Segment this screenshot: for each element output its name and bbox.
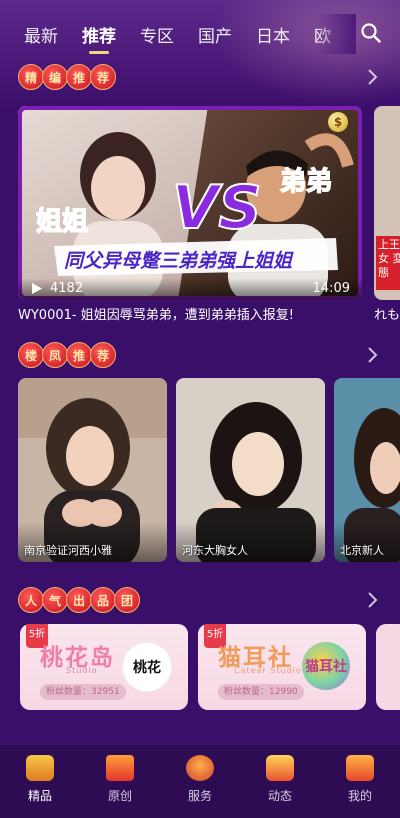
original-icon bbox=[106, 755, 134, 781]
poster-banner: 同父异母蹩三弟弟强上姐姐 bbox=[64, 250, 294, 272]
section-title-featured: 精 编 推 荐 bbox=[18, 64, 388, 90]
studio-subtitle: Studio bbox=[66, 666, 98, 675]
title-char: 气 bbox=[42, 587, 68, 613]
section-title-hot: 楼 凤 推 荐 bbox=[18, 342, 388, 368]
title-char: 推 bbox=[66, 64, 92, 90]
tab-overflow-fade bbox=[316, 14, 356, 54]
studio-subtitle: Catear Studio bbox=[234, 666, 302, 675]
title-char: 编 bbox=[42, 64, 68, 90]
bottom-nav-label: 原创 bbox=[107, 789, 132, 803]
service-icon bbox=[186, 755, 214, 781]
fan-count: 粉丝数量：32951 bbox=[40, 684, 126, 700]
title-char: 荐 bbox=[90, 64, 116, 90]
title-char: 精 bbox=[18, 64, 44, 90]
tab-recommended[interactable]: 推荐 bbox=[82, 22, 116, 54]
bottom-nav-premium[interactable]: 精品 bbox=[0, 745, 80, 818]
play-count: 4182 bbox=[50, 281, 84, 296]
tab-domestic[interactable]: 国产 bbox=[198, 22, 232, 47]
bottom-nav-feed[interactable]: 动态 bbox=[240, 745, 320, 818]
profile-caption: 河东大胸女人 bbox=[182, 544, 248, 557]
bottom-nav-label: 服务 bbox=[187, 789, 212, 803]
profile-card[interactable]: 北京新人 bbox=[334, 378, 400, 562]
studio-card[interactable]: 5折 猫耳社 Catear Studio 粉丝数量：12990 猫耳社 bbox=[198, 624, 366, 710]
title-char: 团 bbox=[114, 587, 140, 613]
title-char: 荐 bbox=[90, 342, 116, 368]
top-tab-bar: 最新 推荐 专区 国产 日本 欧 bbox=[0, 14, 400, 54]
poster-vs: VS bbox=[172, 173, 262, 243]
video-title-next[interactable]: れも bbox=[374, 304, 400, 323]
studio-card-next[interactable] bbox=[376, 624, 400, 710]
bottom-nav-original[interactable]: 原创 bbox=[80, 745, 160, 818]
tab-latest[interactable]: 最新 bbox=[24, 22, 58, 47]
profile-caption: 南京验证河西小雅 bbox=[24, 544, 112, 557]
profile-caption: 北京新人 bbox=[340, 544, 384, 557]
poster-left-tag: 姐姐 bbox=[36, 207, 88, 237]
fan-count-label: 粉丝数量： bbox=[224, 687, 270, 697]
section-header-hot[interactable]: 楼 凤 推 荐 bbox=[18, 342, 388, 368]
video-title[interactable]: WY0001- 姐姐因辱骂弟弟，遭到弟弟插入报复! bbox=[18, 304, 294, 323]
studio-card[interactable]: 5折 桃花岛 Studio 粉丝数量：32951 桃花 bbox=[20, 624, 188, 710]
profile-icon bbox=[346, 755, 374, 781]
fan-count-label: 粉丝数量： bbox=[46, 687, 92, 697]
tab-zone[interactable]: 专区 bbox=[140, 22, 174, 47]
tab-japan[interactable]: 日本 bbox=[256, 22, 290, 47]
chevron-right-icon[interactable] bbox=[362, 67, 382, 87]
coin-icon: $ bbox=[328, 112, 348, 132]
bottom-nav-label: 精品 bbox=[27, 789, 52, 803]
studio-logo: 桃花 bbox=[122, 642, 172, 692]
video-duration: 14:09 bbox=[312, 281, 350, 296]
fan-count: 粉丝数量：12990 bbox=[218, 684, 304, 700]
fan-count-value: 32951 bbox=[91, 687, 120, 697]
bottom-nav: 精品 原创 服务 动态 我的 bbox=[0, 744, 400, 818]
bottom-nav-profile[interactable]: 我的 bbox=[320, 745, 400, 818]
title-char: 推 bbox=[66, 342, 92, 368]
chevron-right-icon[interactable] bbox=[362, 590, 382, 610]
section-header-studios[interactable]: 人 气 出 品 团 bbox=[18, 587, 388, 613]
bottom-nav-service[interactable]: 服务 bbox=[160, 745, 240, 818]
title-char: 人 bbox=[18, 587, 44, 613]
bottom-nav-label: 动态 bbox=[267, 789, 292, 803]
bottom-nav-label: 我的 bbox=[347, 789, 372, 803]
featured-video-card[interactable]: VS 姐姐 弟弟 同父异母蹩三弟弟强上姐姐 $ 4182 14:09 bbox=[18, 106, 362, 300]
title-char: 品 bbox=[90, 587, 116, 613]
poster-right-tag: 弟弟 bbox=[280, 167, 332, 197]
title-char: 楼 bbox=[18, 342, 44, 368]
premium-icon bbox=[26, 755, 54, 781]
search-icon[interactable] bbox=[360, 22, 382, 44]
profile-card[interactable]: 南京验证河西小雅 bbox=[18, 378, 167, 562]
title-char: 出 bbox=[66, 587, 92, 613]
section-title-studios: 人 气 出 品 团 bbox=[18, 587, 388, 613]
profile-card[interactable]: 河东大胸女人 bbox=[176, 378, 325, 562]
fan-count-value: 12990 bbox=[269, 687, 298, 697]
play-icon bbox=[32, 283, 42, 294]
title-char: 凤 bbox=[42, 342, 68, 368]
peek-poster-text: 上王 女 変態 bbox=[376, 236, 400, 290]
chevron-right-icon[interactable] bbox=[362, 345, 382, 365]
featured-video-card-next[interactable]: 上王 女 変態 bbox=[374, 106, 400, 300]
feed-icon bbox=[266, 755, 294, 781]
section-header-featured[interactable]: 精 编 推 荐 bbox=[18, 64, 388, 90]
video-thumbnail: VS 姐姐 弟弟 同父异母蹩三弟弟强上姐姐 bbox=[18, 106, 362, 300]
studio-logo: 猫耳社 bbox=[302, 642, 350, 690]
